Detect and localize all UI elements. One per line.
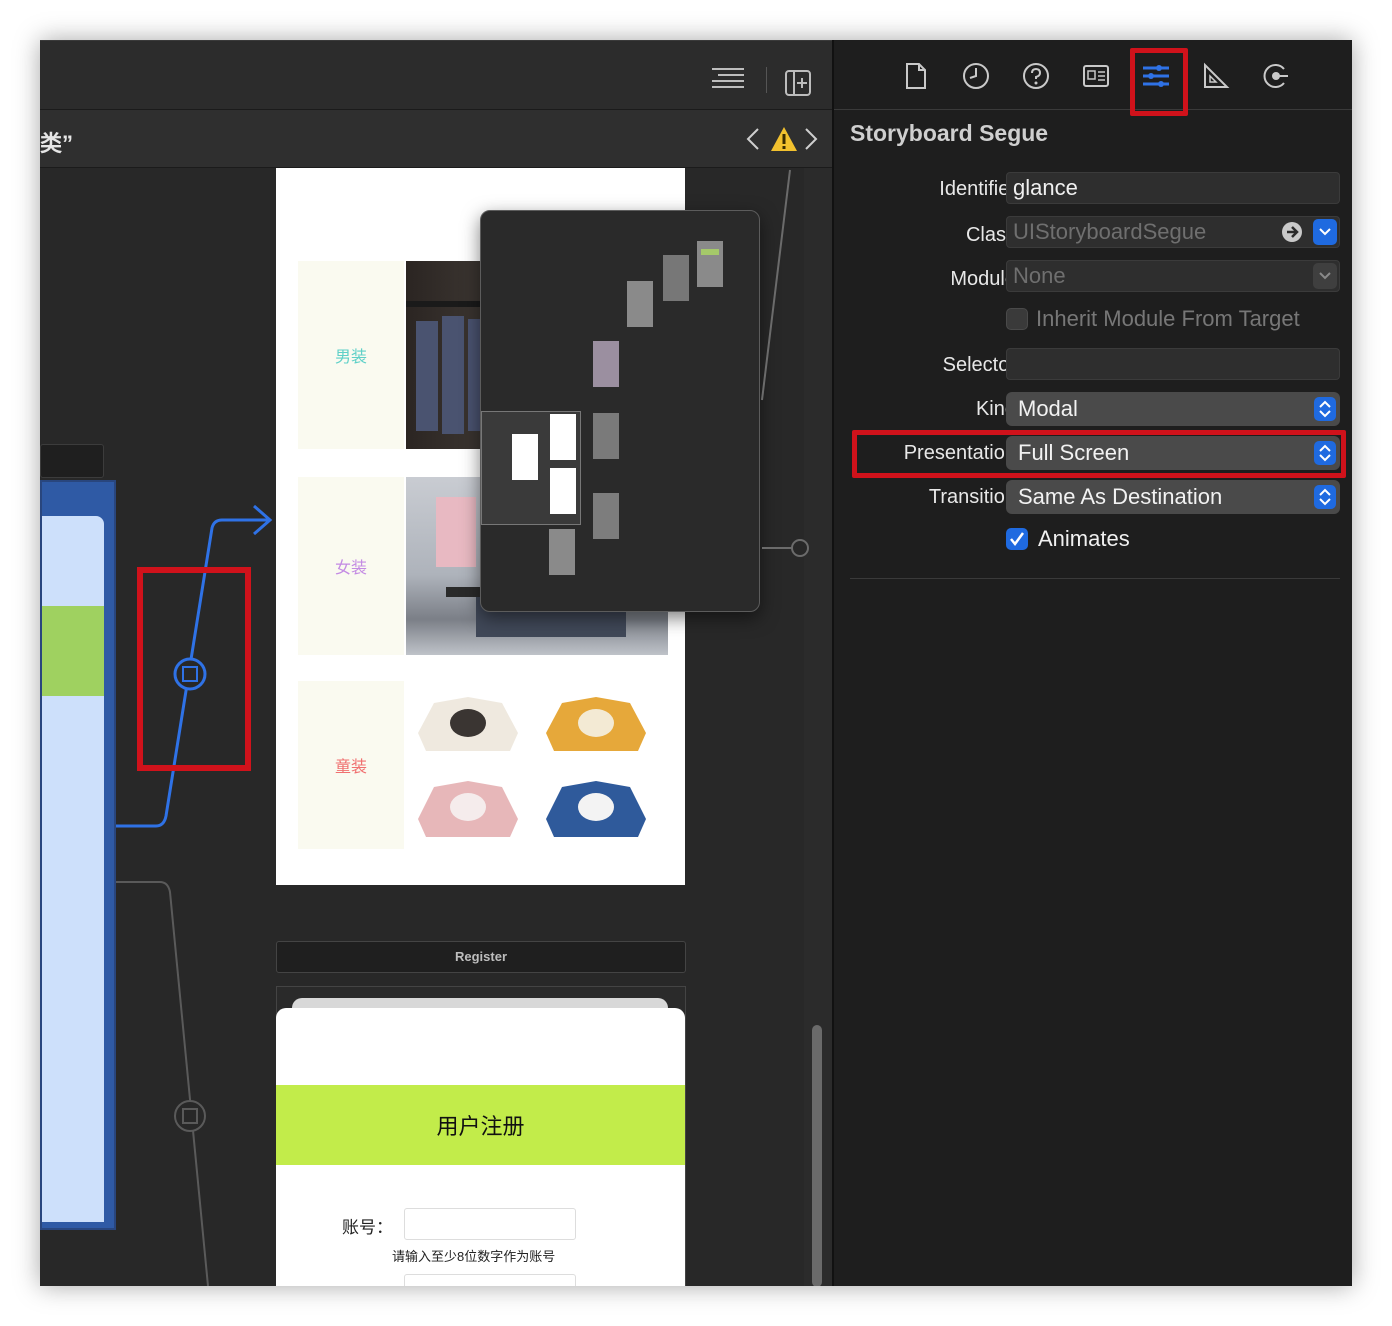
ruler-icon [1202, 62, 1230, 95]
forward-chevron-icon[interactable] [804, 127, 818, 156]
left-scene[interactable] [40, 480, 116, 1230]
left-scene-green-block [42, 606, 104, 696]
category-men-text: 男装 [334, 349, 367, 366]
checkmark-icon [1010, 532, 1025, 547]
module-field[interactable]: None [1006, 260, 1340, 292]
segue-line-gray [116, 881, 209, 1286]
inspector-tab-bar [834, 40, 1352, 116]
minimap-scene-6[interactable] [593, 493, 619, 539]
attributes-tab-highlight-box [1130, 48, 1188, 116]
minimap-viewport[interactable] [481, 411, 581, 525]
tab-connections-inspector[interactable] [1258, 60, 1294, 96]
category-kids-label: 童装 [298, 681, 404, 849]
connections-icon [1262, 62, 1290, 95]
jump-bar: 类” [40, 110, 832, 168]
kind-value: Modal [1018, 396, 1078, 421]
xcode-window: 类” 男装 女装 童装 Register 用户注册 账号： 请输入至少8位数字作… [40, 40, 1352, 1286]
presentation-highlight-box [852, 430, 1346, 478]
register-scene[interactable]: 用户注册 账号： 请输入至少8位数字作为账号 [276, 1008, 685, 1286]
account-hint: 请输入至少8位数字作为账号 [392, 1249, 556, 1264]
attributes-inspector-panel: Storyboard Segue Identifier glance Class… [832, 40, 1352, 1286]
password-input[interactable] [404, 1274, 576, 1286]
inherit-module-checkbox[interactable] [1006, 308, 1028, 330]
minimap-scene-4[interactable] [593, 341, 619, 387]
clock-icon [962, 62, 990, 95]
kids-sweaters-photo [406, 681, 668, 849]
kind-popup-arrows-icon [1314, 397, 1336, 421]
minimap-scene-1[interactable] [697, 241, 723, 287]
tab-history-inspector[interactable] [958, 60, 994, 96]
tab-identity-inspector[interactable] [1078, 60, 1114, 96]
animates-checkbox[interactable] [1006, 528, 1028, 550]
tab-size-inspector[interactable] [1198, 60, 1234, 96]
canvas-vertical-scrollbar[interactable] [812, 1025, 822, 1286]
add-editor-icon[interactable] [784, 69, 812, 102]
transition-popup[interactable]: Same As Destination [1006, 480, 1340, 514]
class-placeholder: UIStoryboardSegue [1013, 219, 1207, 244]
jump-bar-title[interactable]: 类” [40, 126, 73, 158]
category-women-label: 女装 [298, 477, 404, 655]
account-input[interactable] [404, 1208, 576, 1240]
minimap-viewport-register-scene [550, 468, 576, 514]
module-placeholder: None [1013, 263, 1066, 288]
left-scene-title-bar[interactable] [40, 444, 104, 478]
question-icon [1022, 62, 1050, 95]
minimap-scene-1-top [701, 249, 719, 255]
minimap-viewport-main-scene [550, 414, 576, 460]
minimap-scene-3[interactable] [627, 281, 653, 327]
inspector-divider [850, 578, 1340, 579]
selector-field[interactable] [1006, 348, 1340, 380]
minimap-viewport-left-scene [512, 434, 538, 480]
left-scene-content [42, 516, 104, 1222]
transition-popup-arrows-icon [1314, 485, 1336, 509]
document-icon [904, 62, 928, 95]
editor-options-icon[interactable] [708, 65, 748, 96]
minimap-scene-7[interactable] [549, 529, 575, 575]
minimap-scene-5[interactable] [593, 413, 619, 459]
right-connector-line [761, 169, 791, 401]
register-header: 用户注册 [276, 1085, 685, 1165]
minimap-scene-2[interactable] [663, 255, 689, 301]
identifier-label: Identifier [939, 178, 1016, 200]
tab-quick-help[interactable] [1018, 60, 1054, 96]
segue-node-gray [174, 1100, 206, 1132]
category-kids-text: 童装 [334, 759, 367, 776]
class-dropdown-chevron-icon[interactable] [1313, 219, 1337, 245]
storyboard-canvas[interactable]: 类” 男装 女装 童装 Register 用户注册 账号： 请输入至少8位数字作… [40, 40, 832, 1286]
go-to-class-arrow-icon[interactable] [1281, 221, 1303, 251]
class-field[interactable]: UIStoryboardSegue [1006, 216, 1340, 248]
segue-arrowhead [253, 504, 273, 536]
back-chevron-icon[interactable] [746, 127, 760, 156]
storyboard-minimap[interactable] [480, 210, 760, 612]
segue-node-selected [173, 657, 207, 691]
identity-card-icon [1082, 64, 1110, 93]
warning-icon[interactable] [770, 126, 798, 157]
toolbar-separator [766, 67, 767, 93]
inspector-section-title: Storyboard Segue [850, 120, 1049, 146]
kind-popup[interactable]: Modal [1006, 392, 1340, 426]
animates-label: Animates [1038, 526, 1130, 551]
transition-label: Transition [928, 486, 1016, 508]
module-dropdown-chevron-icon[interactable] [1313, 263, 1337, 289]
register-scene-title[interactable]: Register [276, 941, 686, 973]
canvas-toolbar [40, 40, 832, 110]
inherit-module-label: Inherit Module From Target [1036, 306, 1300, 331]
category-women-text: 女装 [334, 560, 367, 577]
category-men-label: 男装 [298, 261, 404, 449]
transition-value: Same As Destination [1018, 484, 1223, 509]
account-label: 账号： [342, 1218, 393, 1237]
identifier-field[interactable]: glance [1006, 172, 1340, 204]
selector-label: Selector [942, 354, 1016, 376]
tab-file-inspector[interactable] [898, 60, 934, 96]
